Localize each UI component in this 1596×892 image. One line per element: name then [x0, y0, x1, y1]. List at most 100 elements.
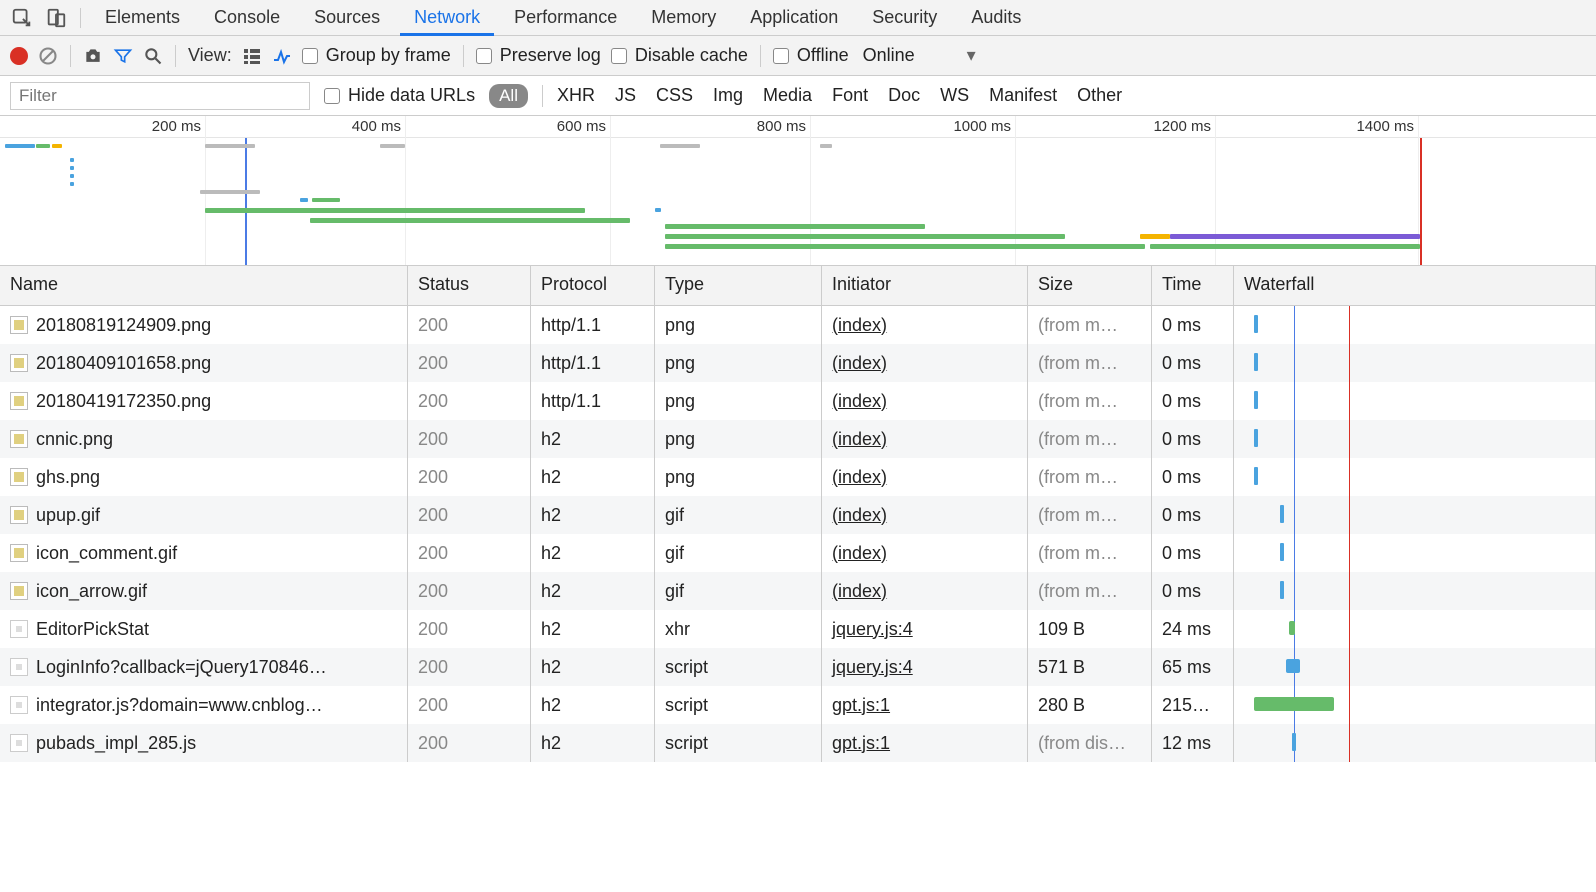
request-size: (from m…	[1028, 496, 1152, 534]
tab-application[interactable]: Application	[736, 0, 852, 36]
search-icon[interactable]	[143, 46, 163, 66]
request-size: (from dis…	[1028, 724, 1152, 762]
initiator-link[interactable]: (index)	[832, 315, 887, 336]
filter-type-other[interactable]: Other	[1077, 85, 1122, 106]
col-header-type[interactable]: Type	[655, 266, 822, 305]
requests-table-header: Name Status Protocol Type Initiator Size…	[0, 266, 1596, 306]
request-size: 280 B	[1028, 686, 1152, 724]
request-time: 215…	[1152, 686, 1234, 724]
col-header-name[interactable]: Name	[0, 266, 408, 305]
large-rows-icon[interactable]	[242, 46, 262, 66]
request-name: upup.gif	[36, 505, 100, 526]
filter-type-doc[interactable]: Doc	[888, 85, 920, 106]
request-type: png	[655, 306, 822, 344]
request-row[interactable]: 20180819124909.png200http/1.1png(index)(…	[0, 306, 1596, 344]
inspect-element-icon[interactable]	[8, 4, 36, 32]
request-row[interactable]: upup.gif200h2gif(index)(from m…0 ms	[0, 496, 1596, 534]
request-size: 571 B	[1028, 648, 1152, 686]
tab-performance[interactable]: Performance	[500, 0, 631, 36]
initiator-link[interactable]: (index)	[832, 353, 887, 374]
request-row[interactable]: icon_comment.gif200h2gif(index)(from m…0…	[0, 534, 1596, 572]
tab-audits[interactable]: Audits	[957, 0, 1035, 36]
request-size: (from m…	[1028, 420, 1152, 458]
request-time: 0 ms	[1152, 306, 1234, 344]
screenshot-button[interactable]	[83, 46, 103, 66]
overview-toggle-icon[interactable]	[272, 46, 292, 66]
request-waterfall	[1234, 458, 1596, 496]
tab-sources[interactable]: Sources	[300, 0, 394, 36]
filter-type-css[interactable]: CSS	[656, 85, 693, 106]
col-header-initiator[interactable]: Initiator	[822, 266, 1028, 305]
request-type: gif	[655, 572, 822, 610]
initiator-link[interactable]: (index)	[832, 467, 887, 488]
filter-type-img[interactable]: Img	[713, 85, 743, 106]
hide-data-urls-checkbox[interactable]: Hide data URLs	[324, 85, 475, 106]
tab-elements[interactable]: Elements	[91, 0, 194, 36]
filter-type-media[interactable]: Media	[763, 85, 812, 106]
tab-network[interactable]: Network	[400, 0, 494, 36]
request-time: 0 ms	[1152, 572, 1234, 610]
col-header-status[interactable]: Status	[408, 266, 531, 305]
request-row[interactable]: LoginInfo?callback=jQuery170846…200h2scr…	[0, 648, 1596, 686]
request-row[interactable]: ghs.png200h2png(index)(from m…0 ms	[0, 458, 1596, 496]
filter-type-js[interactable]: JS	[615, 85, 636, 106]
tab-security[interactable]: Security	[858, 0, 951, 36]
request-name: 20180419172350.png	[36, 391, 211, 412]
initiator-link[interactable]: (index)	[832, 543, 887, 564]
initiator-link[interactable]: gpt.js:1	[832, 733, 890, 754]
request-row[interactable]: 20180409101658.png200http/1.1png(index)(…	[0, 344, 1596, 382]
request-time: 0 ms	[1152, 420, 1234, 458]
tab-memory[interactable]: Memory	[637, 0, 730, 36]
record-button[interactable]	[10, 47, 28, 65]
request-waterfall	[1234, 306, 1596, 344]
device-toolbar-icon[interactable]	[42, 4, 70, 32]
filter-toggle-icon[interactable]	[113, 46, 133, 66]
request-type: png	[655, 458, 822, 496]
request-size: (from m…	[1028, 382, 1152, 420]
request-type: gif	[655, 496, 822, 534]
request-time: 0 ms	[1152, 458, 1234, 496]
initiator-link[interactable]: (index)	[832, 505, 887, 526]
clear-button[interactable]	[38, 46, 58, 66]
request-status: 200	[408, 648, 531, 686]
request-protocol: h2	[531, 648, 655, 686]
filter-type-font[interactable]: Font	[832, 85, 868, 106]
request-row[interactable]: 20180419172350.png200http/1.1png(index)(…	[0, 382, 1596, 420]
throttling-select[interactable]: Online ▾	[863, 45, 976, 66]
request-row[interactable]: cnnic.png200h2png(index)(from m…0 ms	[0, 420, 1596, 458]
timeline-overview[interactable]: 200 ms400 ms600 ms800 ms1000 ms1200 ms14…	[0, 116, 1596, 266]
devtools-tab-bar: ElementsConsoleSourcesNetworkPerformance…	[0, 0, 1596, 36]
request-row[interactable]: icon_arrow.gif200h2gif(index)(from m…0 m…	[0, 572, 1596, 610]
request-status: 200	[408, 686, 531, 724]
request-protocol: h2	[531, 724, 655, 762]
initiator-link[interactable]: (index)	[832, 429, 887, 450]
filter-type-xhr[interactable]: XHR	[557, 85, 595, 106]
offline-checkbox[interactable]: Offline	[773, 45, 849, 66]
request-protocol: http/1.1	[531, 382, 655, 420]
request-row[interactable]: EditorPickStat200h2xhrjquery.js:4109 B24…	[0, 610, 1596, 648]
filter-input[interactable]	[10, 82, 310, 110]
request-row[interactable]: integrator.js?domain=www.cnblog…200h2scr…	[0, 686, 1596, 724]
request-row[interactable]: pubads_impl_285.js200h2scriptgpt.js:1(fr…	[0, 724, 1596, 762]
tab-console[interactable]: Console	[200, 0, 294, 36]
initiator-link[interactable]: (index)	[832, 581, 887, 602]
initiator-link[interactable]: (index)	[832, 391, 887, 412]
col-header-time[interactable]: Time	[1152, 266, 1234, 305]
initiator-link[interactable]: jquery.js:4	[832, 619, 913, 640]
preserve-log-checkbox[interactable]: Preserve log	[476, 45, 601, 66]
requests-table-body: 20180819124909.png200http/1.1png(index)(…	[0, 306, 1596, 762]
request-waterfall	[1234, 648, 1596, 686]
request-type: script	[655, 648, 822, 686]
filter-type-ws[interactable]: WS	[940, 85, 969, 106]
col-header-size[interactable]: Size	[1028, 266, 1152, 305]
request-name: icon_arrow.gif	[36, 581, 147, 602]
col-header-waterfall[interactable]: Waterfall	[1234, 266, 1596, 305]
col-header-protocol[interactable]: Protocol	[531, 266, 655, 305]
initiator-link[interactable]: gpt.js:1	[832, 695, 890, 716]
disable-cache-checkbox[interactable]: Disable cache	[611, 45, 748, 66]
ruler-tick: 200 ms	[152, 118, 205, 135]
filter-type-manifest[interactable]: Manifest	[989, 85, 1057, 106]
initiator-link[interactable]: jquery.js:4	[832, 657, 913, 678]
filter-all-pill[interactable]: All	[489, 84, 528, 108]
group-by-frame-checkbox[interactable]: Group by frame	[302, 45, 451, 66]
